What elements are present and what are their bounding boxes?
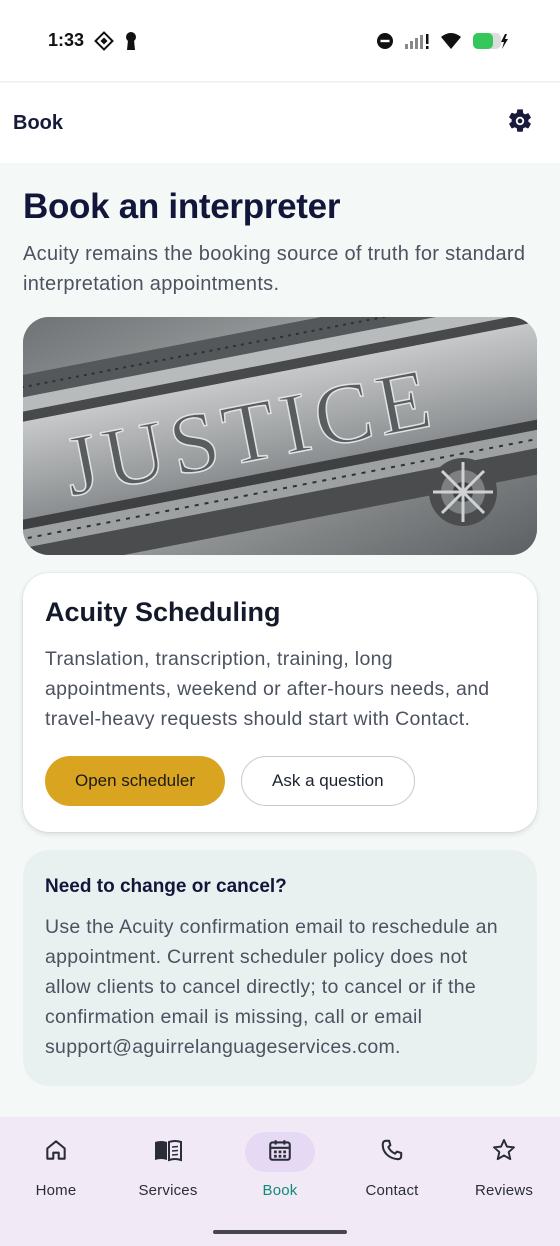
status-bar: 1:33 <box>0 0 560 82</box>
info-body: Use the Acuity confirmation email to res… <box>45 916 498 1058</box>
battery-icon <box>472 31 512 51</box>
nav-item-contact[interactable]: Contact <box>336 1117 448 1217</box>
card-body: Translation, transcription, training, lo… <box>45 648 490 730</box>
change-cancel-card: Need to change or cancel? Use the Acuity… <box>23 850 537 1086</box>
signal-icon <box>404 32 430 50</box>
nav-label: Services <box>138 1182 198 1199</box>
app-bar-title: Book <box>13 111 63 134</box>
status-left: 1:33 <box>48 30 138 51</box>
rosette-ornament <box>429 458 497 526</box>
app-bar: Book <box>0 83 560 163</box>
home-icon <box>43 1137 69 1168</box>
gear-icon <box>506 107 534 140</box>
nav-item-services[interactable]: Services <box>112 1117 224 1217</box>
nav-label: Home <box>35 1182 77 1199</box>
card-title: Acuity Scheduling <box>45 597 281 627</box>
wifi-icon <box>440 32 462 50</box>
nav-label: Reviews <box>474 1182 534 1199</box>
status-right <box>376 31 512 51</box>
settings-button[interactable] <box>504 107 536 139</box>
justice-hero-image: JUSTICE <box>23 317 537 555</box>
status-time: 1:33 <box>48 30 85 50</box>
phone-icon <box>379 1137 405 1168</box>
open-scheduler-button[interactable]: Open scheduler <box>45 756 226 806</box>
home-indicator[interactable] <box>213 1230 347 1234</box>
page-content: Book an interpreter Acuity remains the b… <box>0 163 560 1117</box>
page-title: Book an interpreter <box>23 187 341 226</box>
keyhole-icon <box>124 31 138 51</box>
info-title: Need to change or cancel? <box>45 876 287 897</box>
calendar-icon <box>267 1137 293 1168</box>
nav-label: Book <box>262 1182 298 1199</box>
acuity-scheduling-card: Acuity Scheduling Translation, transcrip… <box>23 573 537 832</box>
star-icon <box>491 1137 517 1168</box>
do-not-disturb-icon <box>376 32 394 50</box>
card-actions: Open scheduler Ask a question <box>45 756 515 806</box>
nav-label: Contact <box>365 1182 419 1199</box>
page-subtitle: Acuity remains the booking source of tru… <box>23 243 526 295</box>
nav-item-home[interactable]: Home <box>0 1117 112 1217</box>
nav-item-reviews[interactable]: Reviews <box>448 1117 560 1217</box>
ask-question-button[interactable]: Ask a question <box>241 756 415 806</box>
nav-item-book[interactable]: Book <box>224 1117 336 1217</box>
bottom-navigation: Home Services Book Contact Reviews <box>0 1117 560 1246</box>
book-icon <box>153 1137 183 1168</box>
location-diamond-icon <box>94 30 114 51</box>
